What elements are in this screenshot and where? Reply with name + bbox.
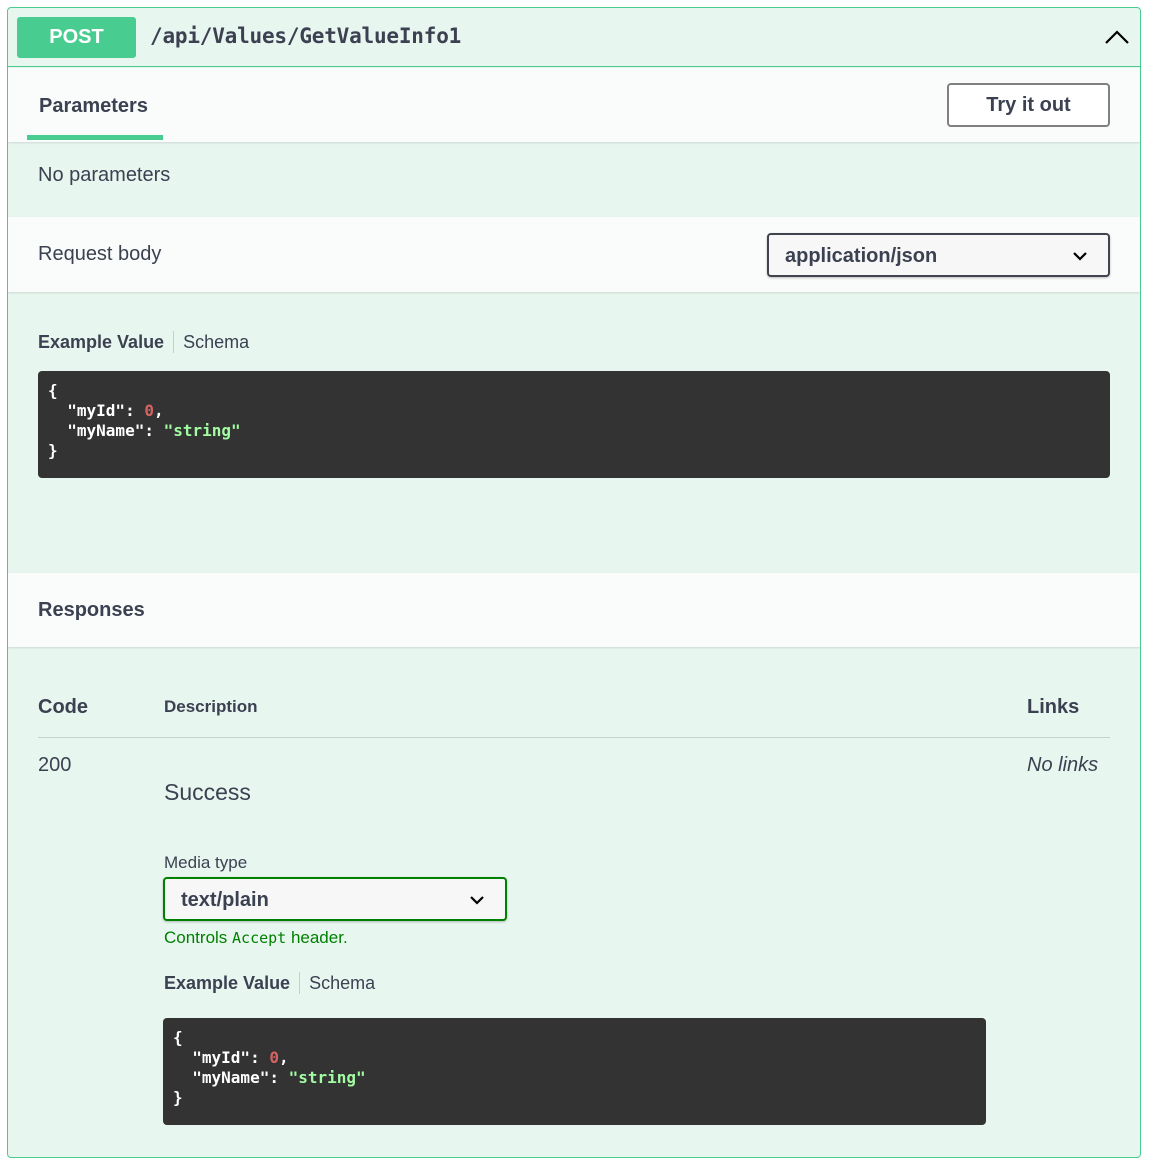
code-brace-open: { [48, 381, 58, 400]
tab-example-value[interactable]: Example Value [164, 973, 290, 994]
table-divider [38, 737, 1110, 738]
response-media-type-value: text/plain [181, 889, 269, 911]
no-parameters-text: No parameters [38, 164, 171, 186]
chevron-up-icon[interactable] [1104, 26, 1130, 50]
operation-block-post: POST /api/Values/GetValueInfo1 Parameter… [7, 7, 1141, 1158]
operation-summary[interactable]: POST /api/Values/GetValueInfo1 [8, 8, 1140, 67]
media-type-label: Media type [164, 853, 248, 872]
column-header-description: Description [164, 697, 258, 716]
code-line: "myId": 0, [67, 401, 164, 420]
controls-prefix: Controls [164, 928, 233, 947]
tab-parameters[interactable]: Parameters [27, 92, 163, 140]
tab-divider [299, 972, 301, 994]
code-brace-open: { [173, 1028, 183, 1047]
controls-code: Accept [232, 929, 287, 947]
tab-example-value[interactable]: Example Value [38, 332, 164, 353]
request-body-label: Request body [38, 243, 162, 265]
code-line: } [173, 1088, 976, 1108]
code-key: "myName" [192, 1068, 270, 1087]
response-example-code: { "myId": 0, "myName": "string" } [163, 1018, 986, 1125]
controls-suffix: header. [286, 928, 348, 947]
code-line: "myName": "string" [192, 1068, 366, 1087]
request-content-type-value: application/json [785, 245, 938, 267]
responses-header: Responses [8, 573, 1140, 647]
chevron-down-icon [470, 896, 484, 905]
request-example-code: { "myId": 0, "myName": "string" } [38, 371, 1110, 478]
response-links: No links [1027, 754, 1099, 776]
code-string: "string" [288, 1068, 366, 1087]
operation-path: /api/Values/GetValueInfo1 [150, 24, 462, 48]
response-example-tabs: Example Value Schema [164, 972, 375, 994]
chevron-down-icon [1073, 252, 1087, 261]
code-line: "myId": 0, [192, 1048, 289, 1067]
responses-title: Responses [38, 599, 145, 621]
tab-schema[interactable]: Schema [183, 332, 249, 353]
code-key: "myName" [67, 421, 145, 440]
code-brace-close: } [48, 441, 58, 460]
code-line: { [173, 1028, 976, 1048]
column-header-links: Links [1027, 696, 1080, 718]
request-example-tabs: Example Value Schema [38, 331, 249, 353]
request-content-type-select[interactable]: application/json [767, 233, 1110, 277]
controls-accept-note: Controls Accept header. [164, 928, 348, 948]
code-key: "myId" [67, 401, 126, 420]
response-code: 200 [38, 754, 72, 776]
code-brace-close: } [173, 1088, 183, 1107]
code-key: "myId" [192, 1048, 251, 1067]
response-media-type-select[interactable]: text/plain [163, 877, 507, 921]
try-it-out-button[interactable]: Try it out [947, 83, 1110, 127]
column-header-code: Code [38, 696, 88, 718]
response-description: Success [164, 779, 251, 805]
parameters-header: Parameters Try it out [8, 68, 1140, 142]
tab-schema[interactable]: Schema [309, 973, 375, 994]
code-line: "myName": "string" [67, 421, 241, 440]
tab-parameters-label: Parameters [39, 95, 148, 117]
request-body-header: Request body application/json [8, 217, 1140, 292]
tab-divider [173, 331, 175, 353]
method-badge: POST [17, 17, 136, 58]
code-line: { [48, 381, 1100, 401]
code-number: 0 [144, 401, 154, 420]
code-number: 0 [269, 1048, 279, 1067]
code-string: "string" [163, 421, 241, 440]
code-line: } [48, 441, 1100, 461]
